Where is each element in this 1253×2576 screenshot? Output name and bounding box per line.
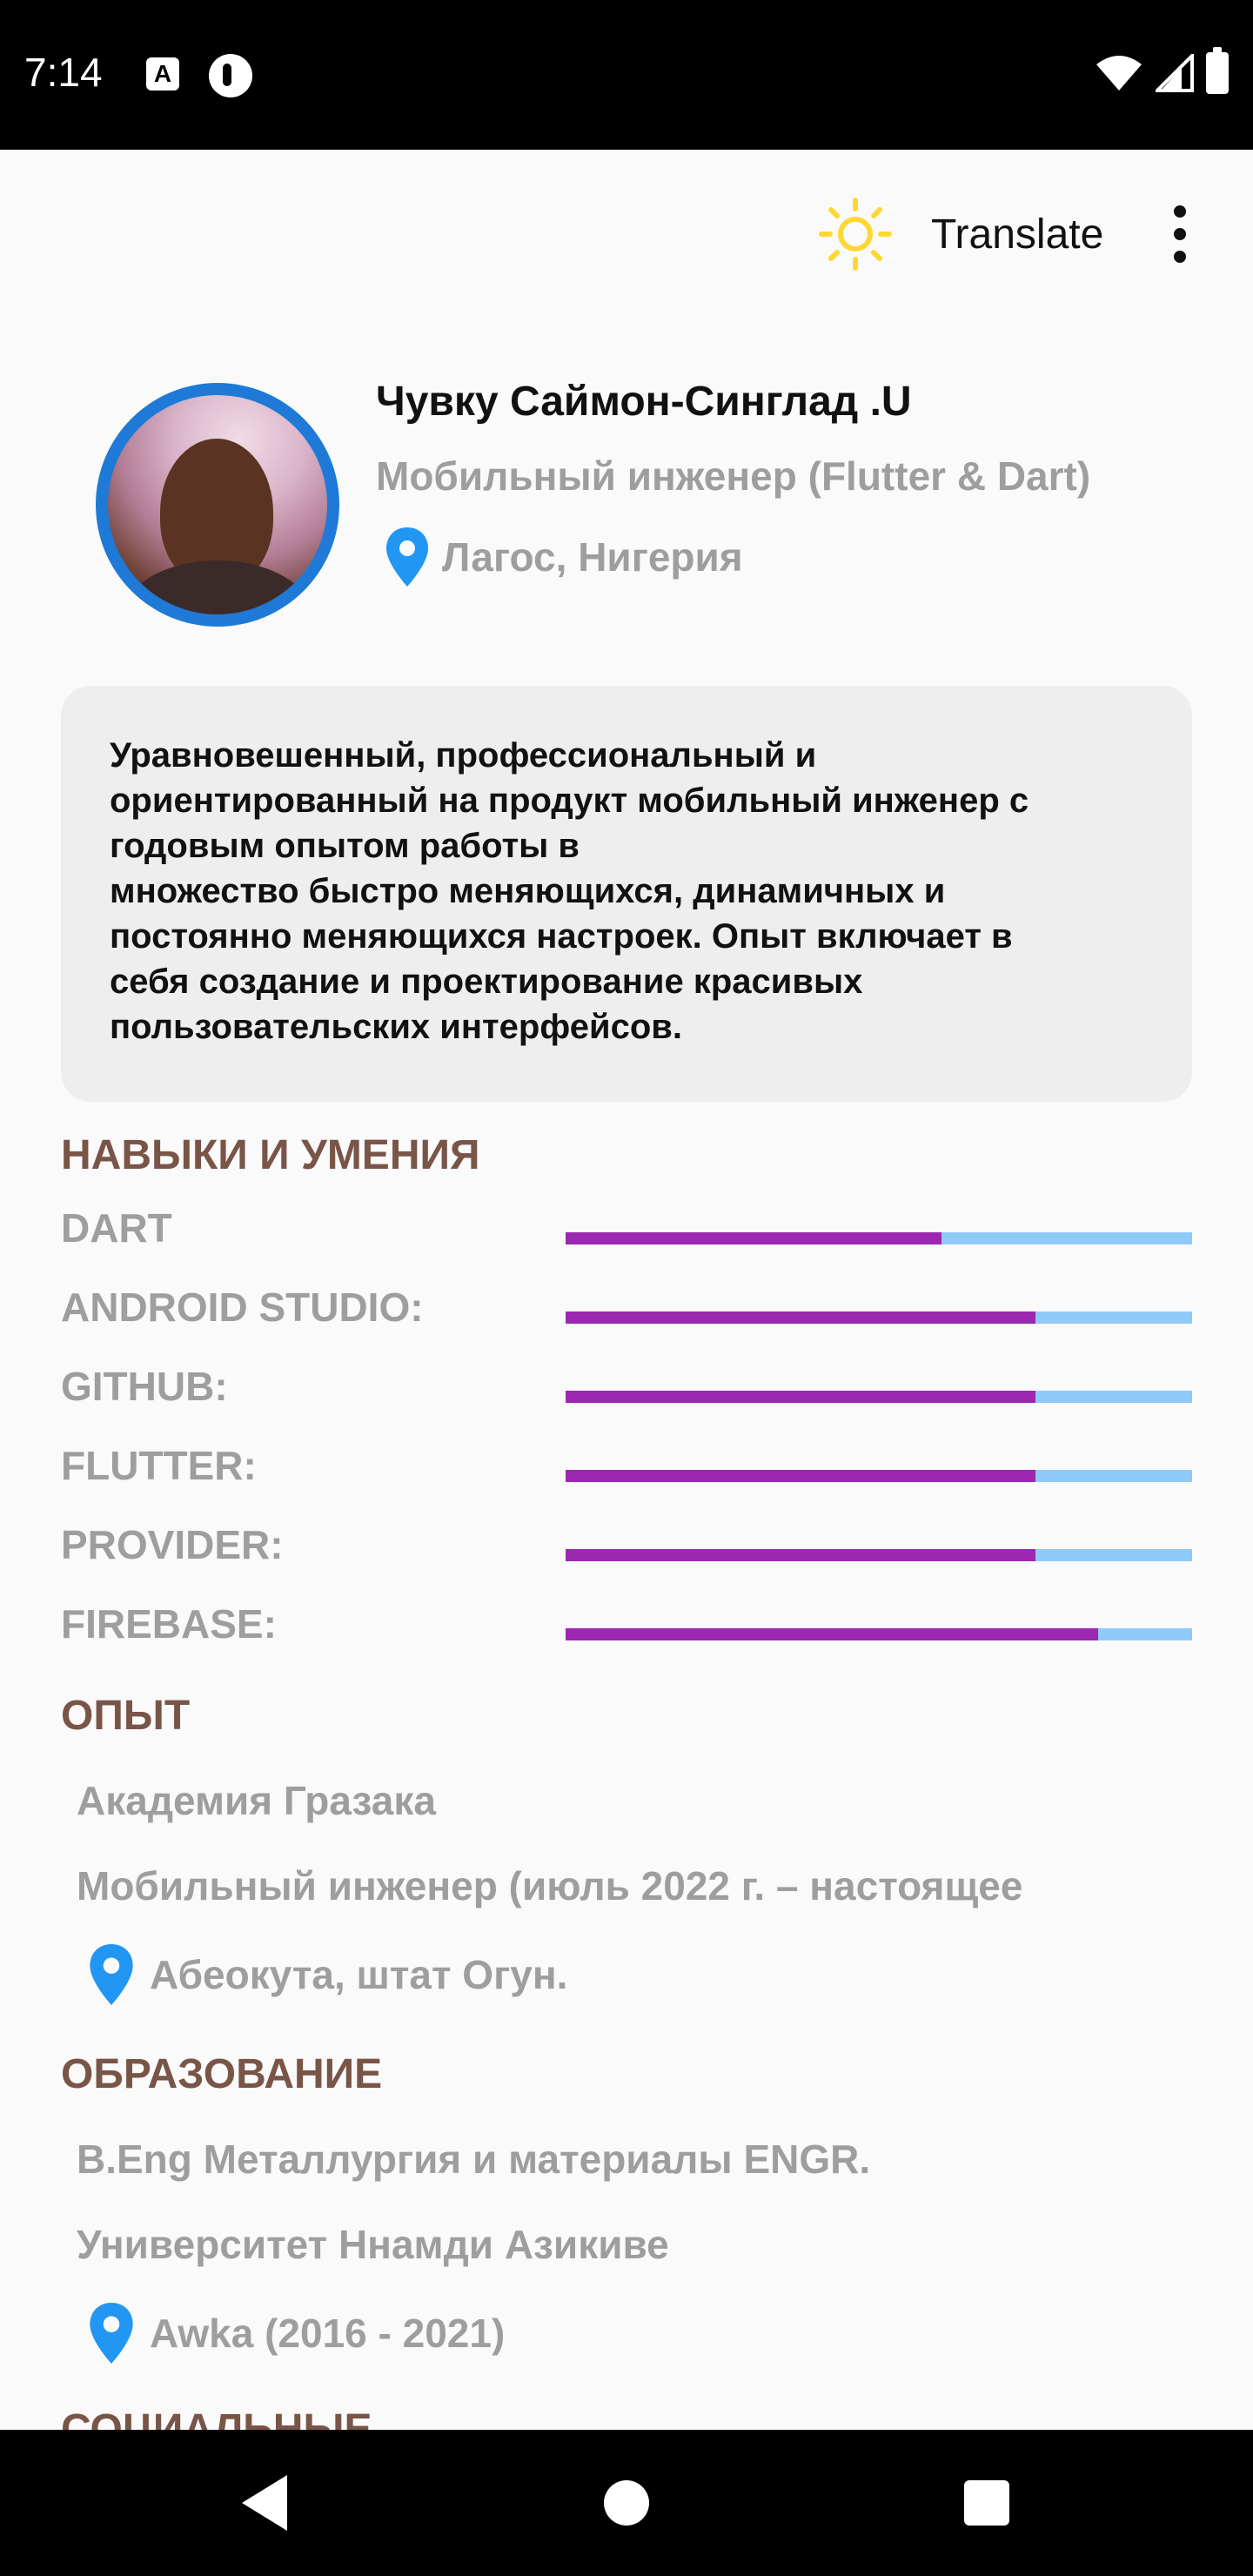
skill-progress-track [566, 1391, 1192, 1403]
location-pin-icon [90, 2303, 133, 2364]
skill-progress-fill [566, 1549, 1035, 1561]
skill-row: GITHUB: [61, 1363, 1192, 1424]
more-vert-icon[interactable] [1163, 205, 1197, 263]
skill-progress-fill [566, 1470, 1035, 1482]
camera-notch [402, 0, 851, 146]
p-app-icon [209, 54, 252, 97]
app-toolbar: Translate [0, 150, 1253, 324]
bio-card: Уравновешенный, профессиональный и ориен… [61, 686, 1192, 1102]
location-pin-icon [90, 1944, 133, 2005]
bio-text: Уравновешенный, профессиональный и ориен… [110, 736, 1029, 1046]
skill-progress-fill [566, 1628, 1098, 1640]
skill-label: FLUTTER: [61, 1443, 257, 1488]
education-section-title: ОБРАЗОВАНИЕ [61, 2051, 383, 2097]
education-degree: B.Eng Металлургия и материалы ENGR. [77, 2137, 871, 2182]
skill-row: ANDROID STUDIO: [61, 1284, 1192, 1345]
skill-row: FLUTTER: [61, 1442, 1192, 1503]
social-section-title: СОЦИАЛЬНЫЕ [61, 2406, 372, 2430]
status-right-icons [1095, 47, 1229, 96]
skill-progress-fill [566, 1232, 941, 1244]
skill-label: FIREBASE: [61, 1601, 277, 1647]
profile-location-text: Лагос, Нигерия [442, 534, 743, 580]
avatar [96, 383, 339, 627]
wifi-icon [1096, 56, 1142, 91]
education-university: Университет Ннамди Азикиве [77, 2222, 669, 2267]
profile-name: Чувку Саймон-Синглад .U [376, 379, 912, 425]
experience-company: Академия Гразака [77, 1778, 436, 1823]
location-pin-icon [386, 527, 428, 587]
skill-progress-track [566, 1232, 1192, 1244]
signal-icon [1156, 54, 1194, 92]
avatar-photo [108, 395, 327, 614]
experience-location-text: Абеокута, штат Огун. [150, 1952, 568, 1997]
resume-screen: Translate Чувку Саймон-Синглад .U Мобиль… [0, 150, 1253, 2430]
status-bar: 7:14 A [0, 0, 1253, 150]
profile-location: Лагос, Нигерия [385, 526, 743, 588]
skill-row: FIREBASE: [61, 1600, 1192, 1661]
skill-label: PROVIDER: [61, 1522, 284, 1567]
skill-label: ANDROID STUDIO: [61, 1285, 424, 1330]
skill-progress-track [566, 1470, 1192, 1482]
profile-role: Мобильный инженер (Flutter & Dart) [376, 453, 1091, 499]
skill-progress-track [566, 1311, 1192, 1324]
education-location: Awka (2016 - 2021) [87, 2301, 505, 2365]
home-icon[interactable] [604, 2480, 649, 2526]
experience-position: Мобильный инженер (июль 2022 г. – настоя… [77, 1863, 1023, 1909]
recents-icon[interactable] [964, 2480, 1009, 2526]
experience-section-title: ОПЫТ [61, 1693, 191, 1739]
skill-progress-track [566, 1549, 1192, 1561]
skill-label: DART [61, 1205, 172, 1251]
education-location-text: Awka (2016 - 2021) [150, 2311, 506, 2356]
sun-icon[interactable] [818, 197, 893, 272]
status-time: 7:14 [24, 50, 103, 95]
skills-section-title: НАВЫКИ И УМЕНИЯ [61, 1132, 480, 1178]
skill-progress-track [566, 1628, 1192, 1640]
skill-label: GITHUB: [61, 1364, 228, 1409]
skill-progress-fill [566, 1391, 1035, 1403]
skill-row: DART [61, 1204, 1192, 1265]
system-nav-bar [0, 2430, 1253, 2576]
experience-location: Абеокута, штат Огун. [87, 1942, 567, 2007]
back-icon[interactable] [235, 2468, 296, 2538]
a-app-icon: A [146, 57, 179, 91]
skill-row: PROVIDER: [61, 1521, 1192, 1582]
translate-button[interactable]: Translate [931, 211, 1103, 258]
battery-icon [1206, 47, 1229, 94]
skill-progress-fill [566, 1311, 1035, 1324]
